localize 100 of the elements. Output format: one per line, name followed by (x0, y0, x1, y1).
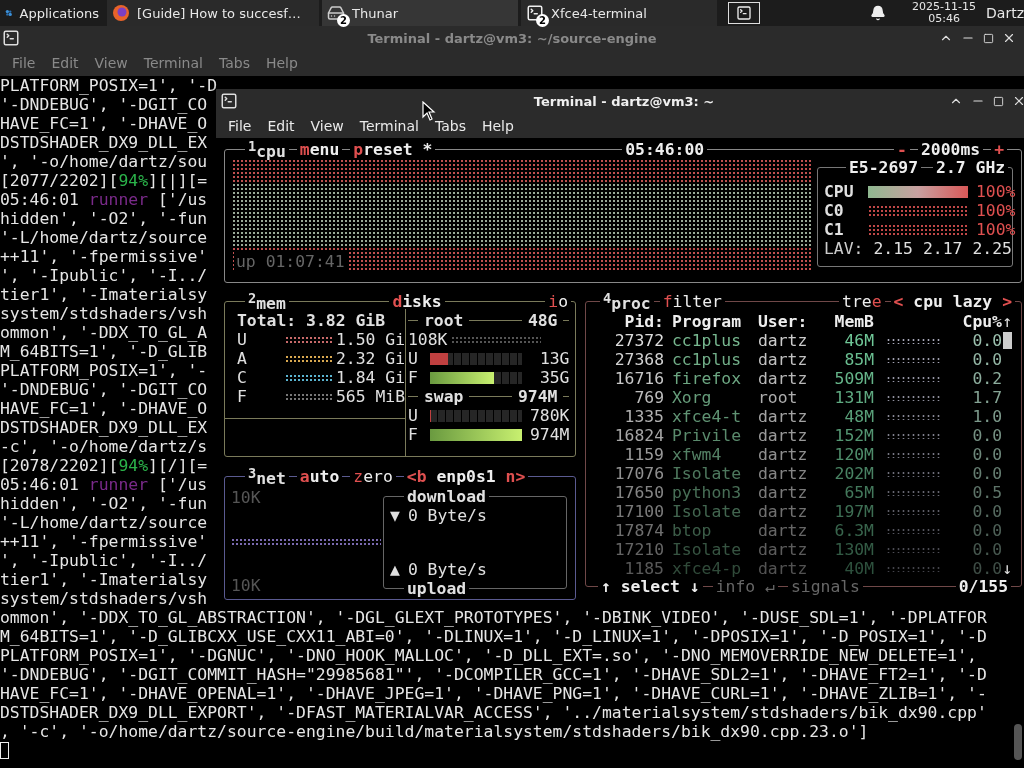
terminal-icon (220, 92, 238, 110)
user-menu[interactable]: Dartz (986, 5, 1024, 21)
menu-item[interactable]: View (86, 55, 136, 71)
increase-interval[interactable]: + (991, 142, 1007, 157)
bar-reading: 35G (538, 368, 570, 387)
menu-item[interactable]: View (302, 117, 352, 134)
menu-item[interactable]: Help (257, 55, 306, 71)
table-cell-text: cc1plus (671, 331, 743, 350)
terminal-line: system/stdshaders/vsh (0, 304, 208, 323)
select-control[interactable]: ↑ select ↓ (598, 579, 703, 594)
preset-toggle[interactable]: preset * (350, 142, 436, 157)
column-header: Pid: (623, 312, 664, 331)
taskbar-item[interactable]: 2 Thunar (322, 0, 518, 26)
table-cell-text: 40M (843, 559, 874, 578)
terminal-line: '-DNDEBUG', '-DGIT_COMMIT_HASH="29985681"', '-DCOMPILER_GCC=1', '-DHAVE_SDL2=1', '-DHAVE_FT2=1', '-D (0, 665, 987, 684)
info-control[interactable]: info ↵ (712, 579, 778, 594)
clock[interactable]: 2025-11-15 05:46 (912, 1, 977, 25)
terminal-line: ommon', '-DDX_TO_GL_ABSTRACTION', '-DGL_GLEXT_PROTOTYPES', '-DBINK_VIDEO', '-DUSE_SDL=1', '-DPLATFOR (0, 608, 987, 627)
next-sort[interactable]: > (1002, 292, 1012, 311)
menu-item[interactable]: Help (473, 117, 522, 134)
scrollbar-thumb[interactable] (1003, 332, 1012, 349)
menu-item[interactable]: Terminal (135, 55, 211, 71)
meter-reading: 100% (976, 220, 1016, 239)
table-cell-text: 0.0 (971, 559, 1002, 578)
sort-mode: cpu lazy (913, 292, 993, 311)
tree-toggle[interactable]: tree (839, 294, 885, 309)
cpu-model: E5-2697 (846, 160, 922, 175)
scrollbar-thumb[interactable] (1014, 724, 1022, 760)
table-cell-text: 17076 (613, 464, 664, 483)
table-cell-text: 0.2 (971, 369, 1002, 388)
table-cell-text: 0.0 (971, 331, 1002, 350)
terminal-line: [2077/2202][94%][|][= (0, 171, 208, 190)
taskbar-item[interactable]: [Guide] How to succesf… (107, 0, 319, 26)
load-value: 2.25 (972, 239, 1012, 258)
io-toggle[interactable]: io (545, 294, 571, 309)
upload-rate: 0 Byte/s (407, 560, 487, 579)
menu-item[interactable]: Tabs (426, 117, 474, 134)
table-cell-text: 85M (843, 350, 874, 369)
previous-interface[interactable]: <b (406, 467, 427, 486)
menu-item[interactable]: Terminal (351, 117, 427, 134)
applications-menu[interactable]: Applications (19, 5, 99, 21)
disks-title[interactable]: disks (389, 294, 445, 309)
table-cell-text: 1.0 (971, 407, 1002, 426)
menu-item[interactable]: Edit (259, 117, 303, 134)
taskbar-item[interactable]: 2 Xfce4-terminal (521, 0, 717, 26)
meter-reading: 100% (976, 182, 1016, 201)
menu-item[interactable]: Tabs (210, 55, 258, 71)
table-cell-text: 0.5 (971, 483, 1002, 502)
menu-item[interactable]: File (4, 55, 44, 71)
table-cell-text: Isolate (671, 502, 743, 521)
upload-arrow: ▲ (390, 560, 400, 579)
table-cell-text: 0.0 (971, 426, 1002, 445)
interface-name: enp0s1 (436, 467, 496, 486)
disk-io: 108K (408, 330, 448, 349)
disk-name: swap (424, 387, 464, 406)
window-title: Terminal - dartz@vm3: ~/source-engine (367, 30, 657, 46)
previous-sort[interactable]: < (893, 292, 904, 311)
table-cell-text: 202M (833, 464, 874, 483)
terminal-line: , '-c', '-o/home/dartz/source-engine/build/materialsystem/stdshaders/bik_dx90.cpp.23.o'] (0, 722, 869, 741)
terminal-line: hidden', '-O2', '-fun (0, 494, 208, 513)
panel-title: $^{3}$net (245, 466, 289, 487)
window-count-badge: 2 (337, 14, 350, 27)
next-interface[interactable]: n> (505, 467, 526, 486)
auto-toggle[interactable]: auto (296, 469, 343, 484)
disk-name: root (424, 311, 464, 330)
table-cell-text: btop (671, 521, 713, 540)
table-cell-text: 0.0 (971, 350, 1002, 369)
browser-icon (112, 4, 130, 22)
workspace-switcher[interactable] (728, 2, 761, 24)
bar-reading: 974M (530, 425, 570, 444)
maximize-icon[interactable] (983, 32, 994, 44)
filter-toggle[interactable]: filter (659, 294, 725, 309)
notification-icon[interactable] (870, 5, 887, 21)
scroll-down-arrow[interactable]: ↓ (1002, 559, 1013, 578)
close-icon[interactable] (1002, 31, 1016, 45)
memory-label: A (237, 349, 248, 368)
scroll-up-arrow[interactable]: ↑ (1002, 312, 1013, 331)
menu-item[interactable]: File (220, 117, 260, 134)
terminal-line: 05:46:01 runner ['/us (0, 475, 208, 494)
terminal-line: '-DNDEBUG', '-DGIT_CO (0, 95, 208, 114)
table-cell-text: dartz (757, 445, 809, 464)
bar-label: F (408, 425, 419, 444)
bar-reading: 780K (530, 406, 570, 425)
meter-label: C1 (824, 220, 845, 239)
table-cell-text: dartz (757, 521, 809, 540)
terminal-line: ++11', '-fpermissive' (0, 532, 208, 551)
table-cell-text: xfce4-t (671, 407, 743, 426)
maximize-icon[interactable] (993, 95, 1004, 107)
signals-control[interactable]: signals (787, 579, 863, 594)
table-cell-text: dartz (757, 540, 809, 559)
table-cell-text: Isolate (671, 464, 743, 483)
memory-value: 1.50 Gi (335, 330, 405, 349)
drive-icon (327, 4, 345, 22)
table-cell-text: 197M (833, 502, 874, 521)
table-cell-text: root (757, 388, 799, 407)
terminal-line: HAVE_FC=1', '-DHAVE_OPENAL=1', '-DHAVE_JPEG=1', '-DHAVE_PNG=1', '-DHAVE_CURL=1', '-DHAVE_ZLIB=1', '- (0, 684, 987, 703)
table-cell-text: python3 (671, 483, 743, 502)
menu-item[interactable]: Edit (43, 55, 87, 71)
table-cell-text: 1.7 (971, 388, 1002, 407)
terminal-line: DSTDSHADER_DX9_DLL_EXPORT', '-DFAST_MATERIALVAR_ACCESS', '../materialsystem/stdshaders/bik_dx90.cpp' (0, 703, 987, 722)
